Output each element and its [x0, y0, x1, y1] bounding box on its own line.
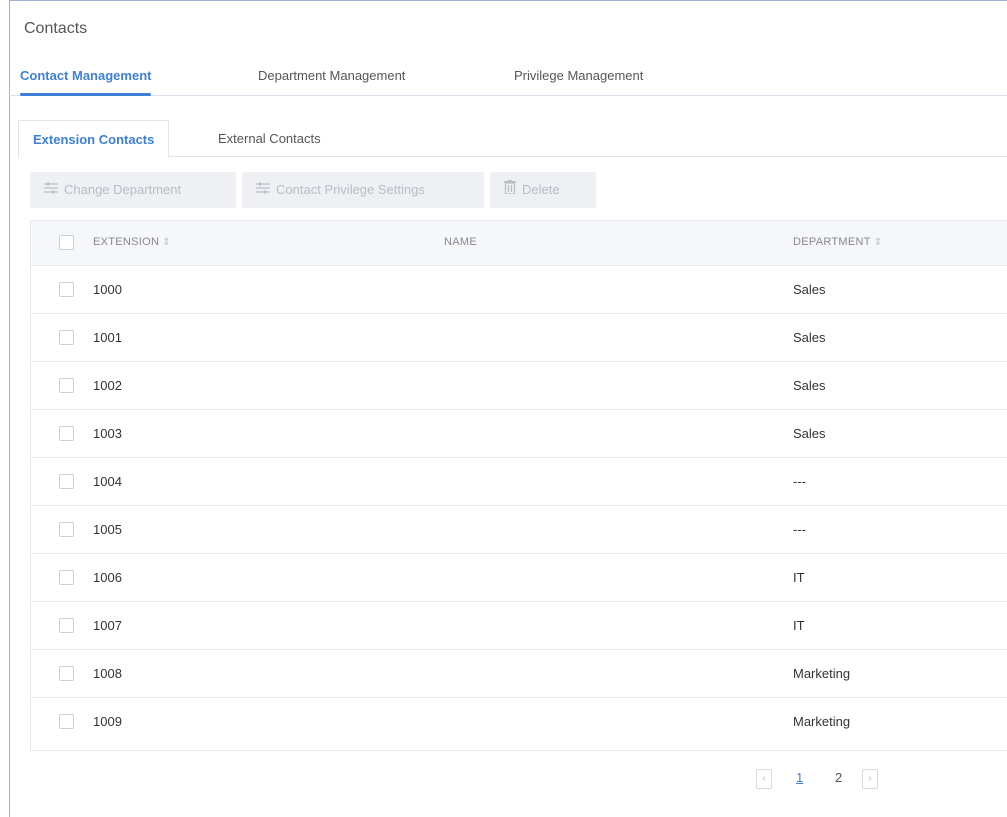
department-cell: Sales — [793, 426, 826, 441]
table-row[interactable]: 1007 IT — [31, 601, 1007, 649]
department-cell: Marketing — [793, 666, 851, 681]
tab-privilege-management[interactable]: Privilege Management — [514, 68, 643, 83]
column-header-department[interactable]: DEPARTMENT ⇕ — [793, 236, 882, 248]
department-cell: IT — [793, 570, 805, 585]
extension-cell: 1007 — [93, 618, 122, 633]
row-checkbox[interactable] — [59, 522, 74, 537]
row-checkbox[interactable] — [59, 570, 74, 585]
table-row[interactable]: 1003 Sales — [31, 409, 1007, 457]
sub-tab-bar: Extension Contacts External Contacts — [18, 120, 1007, 158]
department-cell: Sales — [793, 330, 826, 345]
contact-privilege-settings-button[interactable]: Contact Privilege Settings — [242, 172, 484, 208]
extension-cell: 1009 — [93, 714, 122, 729]
row-checkbox[interactable] — [59, 474, 74, 489]
department-cell: Marketing — [793, 714, 851, 729]
column-header-name: NAME — [444, 236, 477, 248]
row-checkbox[interactable] — [59, 330, 74, 345]
row-checkbox[interactable] — [59, 666, 74, 681]
sort-icon: ⇕ — [873, 237, 883, 248]
tab-external-contacts[interactable]: External Contacts — [204, 120, 335, 157]
extension-cell: 1004 — [93, 474, 122, 489]
column-header-extension[interactable]: EXTENSION ⇕ — [93, 236, 171, 248]
row-checkbox[interactable] — [59, 282, 74, 297]
table-row[interactable]: 1008 Marketing — [31, 649, 1007, 697]
sort-icon: ⇕ — [162, 237, 171, 248]
table-row[interactable]: 1006 IT — [31, 553, 1007, 601]
department-cell: --- — [793, 522, 806, 537]
table-row[interactable]: 1005 --- — [31, 505, 1007, 553]
extension-cell: 1003 — [93, 426, 122, 441]
main-tab-bar: Contact Management Department Management… — [9, 60, 1007, 96]
trash-icon — [504, 172, 516, 208]
page-2-link[interactable]: 2 — [835, 770, 842, 785]
department-cell: Sales — [793, 282, 826, 297]
page-1-link[interactable]: 1 — [796, 770, 803, 785]
sliders-icon — [256, 172, 270, 208]
delete-button[interactable]: Delete — [490, 172, 596, 208]
prev-page-button[interactable]: ‹ — [756, 769, 772, 789]
row-checkbox[interactable] — [59, 426, 74, 441]
extension-cell: 1000 — [93, 282, 122, 297]
contacts-table: EXTENSION ⇕ NAME DEPARTMENT ⇕ 1000 Sales 1… — [30, 220, 1007, 751]
tab-extension-contacts[interactable]: Extension Contacts — [18, 120, 170, 158]
change-department-label: Change Department — [64, 182, 182, 197]
table-row[interactable]: 1009 Marketing — [31, 697, 1007, 745]
table-row[interactable]: 1000 Sales — [31, 265, 1007, 313]
row-checkbox[interactable] — [59, 378, 74, 393]
sliders-icon — [44, 172, 58, 208]
table-row[interactable]: 1002 Sales — [31, 361, 1007, 409]
department-cell: Sales — [793, 378, 826, 393]
table-row[interactable]: 1004 --- — [31, 457, 1007, 505]
contact-privilege-settings-label: Contact Privilege Settings — [276, 182, 425, 197]
extension-cell: 1005 — [93, 522, 122, 537]
row-checkbox[interactable] — [59, 618, 74, 633]
table-header: EXTENSION ⇕ NAME DEPARTMENT ⇕ — [31, 221, 1007, 265]
extension-cell: 1002 — [93, 378, 122, 393]
tab-contact-management[interactable]: Contact Management — [20, 68, 152, 96]
department-cell: IT — [793, 618, 805, 633]
extension-cell: 1001 — [93, 330, 122, 345]
change-department-button[interactable]: Change Department — [30, 172, 236, 208]
table-row[interactable]: 1001 Sales — [31, 313, 1007, 361]
tab-department-management[interactable]: Department Management — [258, 68, 405, 83]
extension-cell: 1006 — [93, 570, 122, 585]
page-title: Contacts — [24, 20, 88, 37]
next-page-button[interactable]: › — [862, 769, 878, 789]
delete-label: Delete — [522, 182, 560, 197]
row-checkbox[interactable] — [59, 714, 74, 729]
select-all-checkbox[interactable] — [59, 235, 74, 250]
extension-cell: 1008 — [93, 666, 122, 681]
department-cell: --- — [793, 474, 806, 489]
